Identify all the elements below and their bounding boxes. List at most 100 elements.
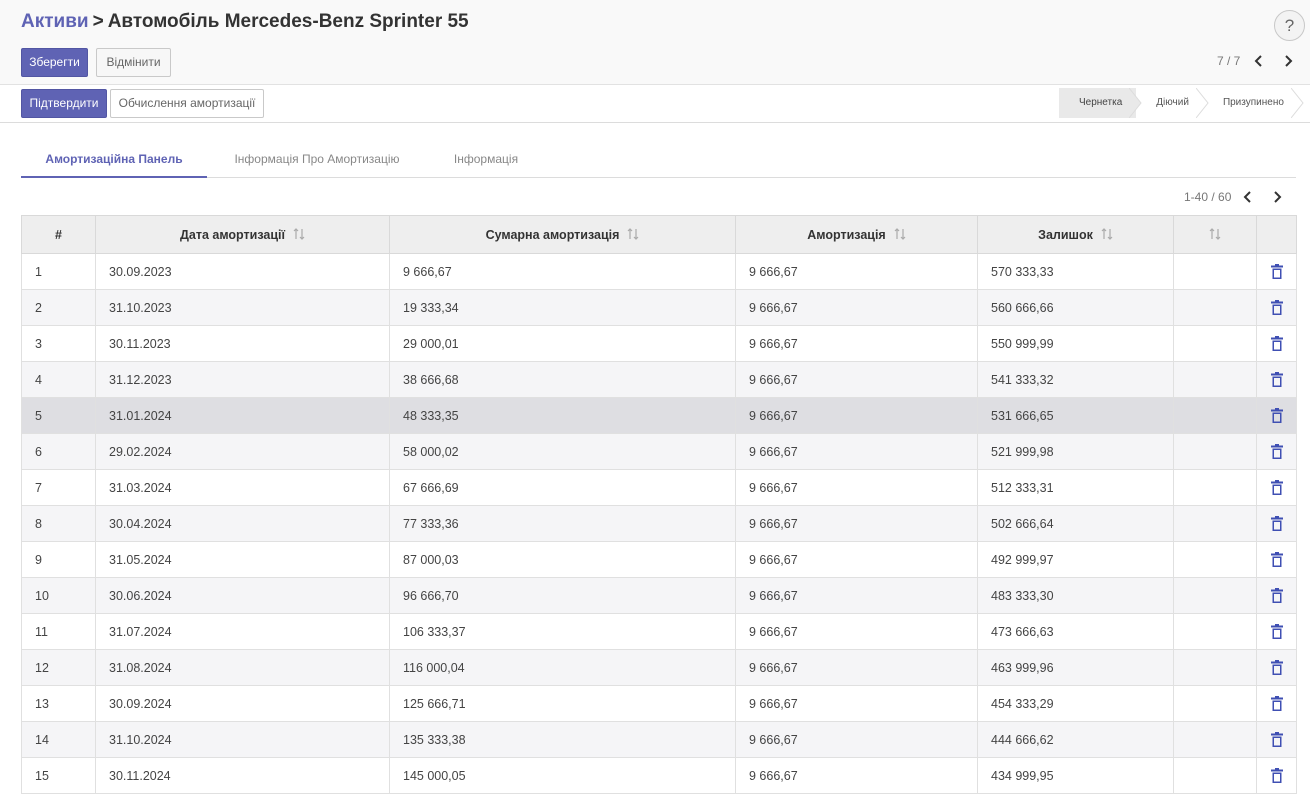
chevron-right-icon[interactable] bbox=[1281, 54, 1295, 68]
table-row[interactable]: 1 30.09.2023 9 666,67 9 666,67 570 333,33 bbox=[21, 253, 1297, 290]
cell-extra bbox=[1173, 253, 1257, 290]
trash-icon[interactable] bbox=[1270, 587, 1283, 604]
trash-icon[interactable] bbox=[1270, 299, 1283, 316]
table-row[interactable]: 4 31.12.2023 38 666,68 9 666,67 541 333,32 bbox=[21, 361, 1297, 398]
table-row[interactable]: 5 31.01.2024 48 333,35 9 666,67 531 666,65 bbox=[21, 397, 1297, 434]
cell-cumulative: 145 000,05 bbox=[389, 757, 736, 794]
cell-residual: 570 333,33 bbox=[977, 253, 1174, 290]
column-header-cumulative[interactable]: Сумарна амортизація bbox=[389, 215, 736, 254]
trash-icon[interactable] bbox=[1270, 515, 1283, 532]
delete-row-button[interactable] bbox=[1256, 325, 1297, 362]
trash-icon[interactable] bbox=[1270, 623, 1283, 640]
cell-residual: 502 666,64 bbox=[977, 505, 1174, 542]
cell-extra bbox=[1173, 757, 1257, 794]
delete-row-button[interactable] bbox=[1256, 721, 1297, 758]
delete-row-button[interactable] bbox=[1256, 253, 1297, 290]
tab-depreciation-info[interactable]: Інформація Про Амортизацію bbox=[221, 140, 413, 178]
cell-residual: 541 333,32 bbox=[977, 361, 1174, 398]
cell-number: 14 bbox=[21, 721, 96, 758]
tab-depreciation-board[interactable]: Амортизаційна Панель bbox=[21, 140, 207, 178]
breadcrumb-parent-link[interactable]: Активи bbox=[21, 11, 89, 32]
column-header-residual[interactable]: Залишок bbox=[977, 215, 1174, 254]
cell-cumulative: 125 666,71 bbox=[389, 685, 736, 722]
trash-icon[interactable] bbox=[1270, 335, 1283, 352]
trash-icon[interactable] bbox=[1270, 551, 1283, 568]
delete-row-button[interactable] bbox=[1256, 613, 1297, 650]
cell-extra bbox=[1173, 541, 1257, 578]
table-row[interactable]: 10 30.06.2024 96 666,70 9 666,67 483 333,30 bbox=[21, 577, 1297, 614]
trash-icon[interactable] bbox=[1270, 695, 1283, 712]
cell-residual: 521 999,98 bbox=[977, 433, 1174, 470]
table-row[interactable]: 7 31.03.2024 67 666,69 9 666,67 512 333,31 bbox=[21, 469, 1297, 506]
cell-residual: 483 333,30 bbox=[977, 577, 1174, 614]
delete-row-button[interactable] bbox=[1256, 757, 1297, 794]
column-header-depreciation[interactable]: Амортизація bbox=[735, 215, 978, 254]
table-row[interactable]: 6 29.02.2024 58 000,02 9 666,67 521 999,98 bbox=[21, 433, 1297, 470]
discard-button[interactable]: Відмінити bbox=[96, 48, 171, 77]
stage-running[interactable]: Діючий bbox=[1136, 88, 1209, 118]
delete-row-button[interactable] bbox=[1256, 541, 1297, 578]
save-button[interactable]: Зберегти bbox=[21, 48, 88, 77]
cell-extra bbox=[1173, 721, 1257, 758]
delete-row-button[interactable] bbox=[1256, 433, 1297, 470]
chevron-left-icon[interactable] bbox=[1252, 54, 1266, 68]
cell-residual: 434 999,95 bbox=[977, 757, 1174, 794]
cell-number: 1 bbox=[21, 253, 96, 290]
delete-row-button[interactable] bbox=[1256, 469, 1297, 506]
status-stages: Чернетка Діючий Призупинено bbox=[1059, 88, 1304, 118]
stage-arrow-icon bbox=[1129, 88, 1142, 118]
cell-depreciation: 9 666,67 bbox=[735, 541, 978, 578]
table-row[interactable]: 9 31.05.2024 87 000,03 9 666,67 492 999,97 bbox=[21, 541, 1297, 578]
stage-arrow-icon bbox=[1195, 88, 1209, 118]
cell-date: 31.07.2024 bbox=[95, 613, 390, 650]
cell-extra bbox=[1173, 577, 1257, 614]
cell-date: 31.08.2024 bbox=[95, 649, 390, 686]
sort-arrows-icon bbox=[627, 228, 639, 240]
delete-row-button[interactable] bbox=[1256, 397, 1297, 434]
table-row[interactable]: 11 31.07.2024 106 333,37 9 666,67 473 666,63 bbox=[21, 613, 1297, 650]
chevron-right-icon[interactable] bbox=[1270, 190, 1284, 204]
trash-icon[interactable] bbox=[1270, 443, 1283, 460]
stage-draft[interactable]: Чернетка bbox=[1059, 88, 1142, 118]
stage-label: Чернетка bbox=[1079, 97, 1123, 108]
trash-icon[interactable] bbox=[1270, 479, 1283, 496]
sort-arrows-icon bbox=[1101, 228, 1113, 240]
column-header-date[interactable]: Дата амортизації bbox=[95, 215, 390, 254]
cell-date: 30.09.2024 bbox=[95, 685, 390, 722]
table-row[interactable]: 2 31.10.2023 19 333,34 9 666,67 560 666,66 bbox=[21, 289, 1297, 326]
cell-number: 5 bbox=[21, 397, 96, 434]
table-row[interactable]: 3 30.11.2023 29 000,01 9 666,67 550 999,99 bbox=[21, 325, 1297, 362]
table-row[interactable]: 14 31.10.2024 135 333,38 9 666,67 444 666,62 bbox=[21, 721, 1297, 758]
cell-extra bbox=[1173, 433, 1257, 470]
trash-icon[interactable] bbox=[1270, 767, 1283, 784]
table-row[interactable]: 13 30.09.2024 125 666,71 9 666,67 454 333,29 bbox=[21, 685, 1297, 722]
table-row[interactable]: 8 30.04.2024 77 333,36 9 666,67 502 666,64 bbox=[21, 505, 1297, 542]
trash-icon[interactable] bbox=[1270, 407, 1283, 424]
cell-depreciation: 9 666,67 bbox=[735, 469, 978, 506]
confirm-button[interactable]: Підтвердити bbox=[21, 89, 107, 118]
delete-row-button[interactable] bbox=[1256, 577, 1297, 614]
table-row[interactable]: 15 30.11.2024 145 000,05 9 666,67 434 999,95 bbox=[21, 757, 1297, 794]
tab-info[interactable]: Інформація bbox=[441, 140, 531, 178]
delete-row-button[interactable] bbox=[1256, 505, 1297, 542]
trash-icon[interactable] bbox=[1270, 263, 1283, 280]
cell-extra bbox=[1173, 361, 1257, 398]
delete-row-button[interactable] bbox=[1256, 289, 1297, 326]
trash-icon[interactable] bbox=[1270, 659, 1283, 676]
cell-date: 29.02.2024 bbox=[95, 433, 390, 470]
help-button[interactable]: ? bbox=[1274, 10, 1305, 41]
stage-paused[interactable]: Призупинено bbox=[1202, 88, 1304, 118]
cell-number: 2 bbox=[21, 289, 96, 326]
delete-row-button[interactable] bbox=[1256, 361, 1297, 398]
compute-depreciation-button[interactable]: Обчислення амортизації bbox=[110, 89, 264, 118]
trash-icon[interactable] bbox=[1270, 731, 1283, 748]
breadcrumb-current: Автомобіль Mercedes-Benz Sprinter 55 bbox=[107, 11, 469, 32]
trash-icon[interactable] bbox=[1270, 371, 1283, 388]
list-pager-value: 1-40 / 60 bbox=[1184, 190, 1232, 204]
table-row[interactable]: 12 31.08.2024 116 000,04 9 666,67 463 999,96 bbox=[21, 649, 1297, 686]
cell-depreciation: 9 666,67 bbox=[735, 505, 978, 542]
chevron-left-icon[interactable] bbox=[1241, 190, 1255, 204]
column-header-extra[interactable] bbox=[1173, 215, 1257, 254]
delete-row-button[interactable] bbox=[1256, 685, 1297, 722]
delete-row-button[interactable] bbox=[1256, 649, 1297, 686]
